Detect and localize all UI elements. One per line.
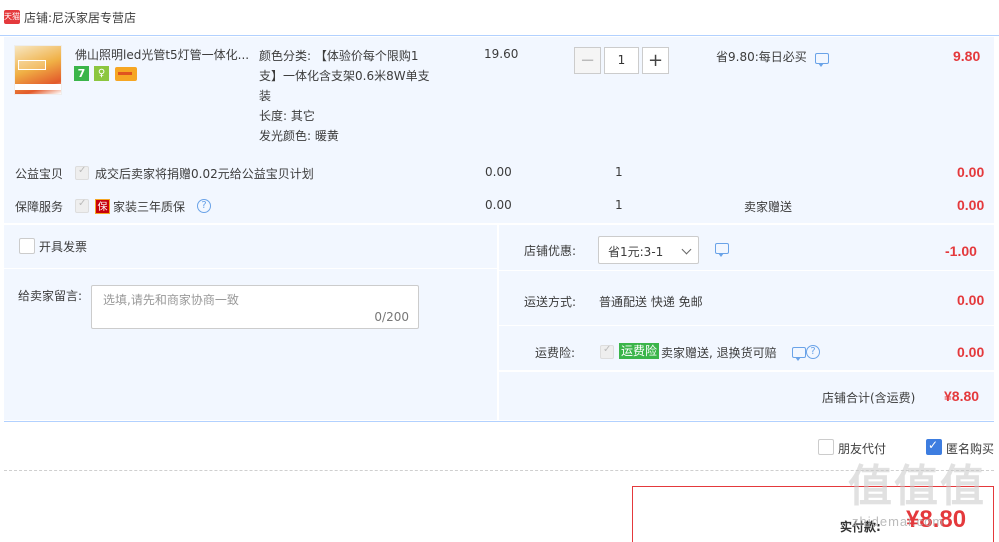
watermark-site: zhidemai.com (852, 514, 945, 529)
charity-qty: 1 (615, 165, 623, 179)
thumbnail-bar (15, 84, 61, 90)
spec-line: 颜色分类: 【体验价每个限购1 (259, 49, 419, 63)
order-item-panel (4, 37, 994, 223)
charity-label: 公益宝贝 (15, 167, 64, 181)
divider (499, 325, 994, 326)
spec-line: 装 (259, 89, 272, 103)
shop-discount-select[interactable]: 省1元:3-1 (598, 236, 699, 264)
divider (4, 268, 497, 269)
product-specs: 颜色分类: 【体验价每个限购1 支】一体化含支架0.6米8W单支 装 长度: 其… (259, 46, 459, 146)
insurance-help-icon[interactable]: ? (806, 345, 820, 359)
service-help-icon[interactable]: ? (197, 199, 211, 213)
insurance-label: 运费险: (535, 346, 576, 360)
thumbnail-tag (18, 60, 46, 70)
shop-label: 店铺: (24, 11, 53, 25)
message-counter: 0/200 (374, 310, 409, 324)
spec-line: 支】一体化含支架0.6米8W单支 (259, 69, 430, 83)
insurance-checkbox[interactable] (600, 344, 614, 359)
product-thumbnail[interactable] (14, 45, 62, 95)
spec-line: 长度: 其它 (259, 109, 315, 123)
service-subtotal: 0.00 (957, 197, 985, 213)
divider (499, 270, 994, 271)
invoice-label[interactable]: 开具发票 (39, 238, 87, 255)
service-note: 卖家赠送 (744, 200, 793, 214)
message-label: 给卖家留言: (18, 289, 83, 303)
guarantee-icon[interactable]: ♀ (94, 66, 109, 81)
shop-total-amount: ¥8.80 (944, 388, 980, 404)
shipping-value: 普通配送 快递 免邮 (599, 295, 703, 309)
service-price: 0.00 (485, 198, 512, 212)
spec-line: 发光颜色: 暖黄 (259, 129, 339, 143)
credit-card-icon[interactable] (115, 67, 137, 81)
invoice-checkbox[interactable] (19, 238, 35, 254)
quantity-minus-button[interactable]: − (574, 47, 601, 74)
unit-price: 19.60 (484, 47, 519, 61)
item-discount-text: 省9.80:每日必买 (716, 50, 807, 64)
insurance-message-icon[interactable] (792, 347, 806, 361)
shop-total-panel (499, 372, 994, 420)
service-text: 家装三年质保 (113, 200, 186, 214)
tmall-badge-icon: 天猫 (4, 10, 20, 24)
shop-total-label: 店铺合计(含运费) (822, 391, 916, 405)
shop-discount-label: 店铺优惠: (524, 244, 577, 258)
service-qty: 1 (615, 198, 623, 212)
shop-name-text[interactable]: 尼沃家居专营店 (52, 11, 136, 25)
divider (4, 470, 994, 471)
shop-name[interactable]: 店铺:尼沃家居专营店 (24, 9, 136, 26)
insurance-tag: 运费险 (619, 343, 660, 359)
quantity-input[interactable]: 1 (604, 47, 639, 74)
seller-message-input[interactable]: 选填,请先和商家协商一致 0/200 (91, 285, 419, 329)
insurance-text: 卖家赠送, 退换货可赔 (661, 346, 777, 360)
message-icon[interactable] (815, 53, 829, 67)
seven-day-return-icon[interactable]: 7 (74, 66, 89, 81)
friend-pay-checkbox[interactable] (818, 439, 834, 455)
shipping-amount: 0.00 (957, 292, 985, 308)
shop-header (0, 0, 999, 36)
service-checkbox[interactable] (75, 198, 89, 213)
shop-discount-value: 省1元:3-1 (608, 245, 664, 259)
charity-checkbox[interactable] (75, 165, 89, 180)
divider (4, 421, 994, 422)
service-label: 保障服务 (15, 200, 64, 214)
quantity-plus-button[interactable]: + (642, 47, 669, 74)
warranty-shield-icon: 保 (95, 199, 110, 214)
shop-discount-amount: -1.00 (945, 243, 977, 259)
discount-info-icon[interactable] (715, 243, 729, 257)
insurance-amount: 0.00 (957, 344, 985, 360)
charity-subtotal: 0.00 (957, 164, 985, 180)
charity-price: 0.00 (485, 165, 512, 179)
item-subtotal: 9.80 (953, 48, 981, 64)
quantity-stepper: − 1 + (574, 47, 670, 74)
product-title[interactable]: 佛山照明led光管t5灯管一体化... (75, 46, 249, 63)
watermark-logo: 值值值 (848, 461, 986, 512)
chevron-down-icon (681, 244, 692, 255)
charity-text: 成交后卖家将捐赠0.02元给公益宝贝计划 (95, 167, 314, 181)
message-placeholder: 选填,请先和商家协商一致 (103, 293, 239, 307)
shipping-label: 运送方式: (524, 295, 577, 309)
